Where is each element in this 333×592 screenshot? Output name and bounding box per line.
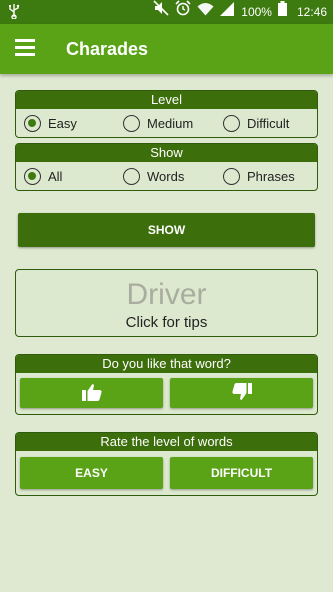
battery-icon (277, 0, 287, 24)
mute-icon (153, 0, 169, 24)
show-panel: Show All Words Phrases (15, 143, 318, 191)
show-radio-words[interactable]: Words (123, 167, 184, 185)
thumbs-down-button[interactable] (170, 378, 313, 408)
alarm-icon (175, 0, 191, 24)
thumbs-up-button[interactable] (20, 378, 163, 408)
show-radio-group: All Words Phrases (16, 162, 317, 189)
rate-difficult-button[interactable]: DIFFICULT (170, 457, 313, 489)
tips-hint: Click for tips (125, 314, 208, 331)
status-bar: 100% 12:46 (0, 0, 333, 24)
word-card[interactable]: Driver Click for tips (15, 269, 318, 337)
hamburger-menu-icon[interactable] (15, 39, 35, 57)
rate-header: Rate the level of words (16, 433, 317, 451)
like-header: Do you like that word? (16, 355, 317, 373)
level-header: Level (16, 91, 317, 109)
clock: 12:46 (296, 5, 327, 19)
thumbs-up-icon (81, 383, 102, 404)
current-word: Driver (126, 278, 207, 311)
level-easy-label: Easy (48, 115, 77, 131)
show-words-label: Words (147, 168, 185, 184)
radio-checked-icon (24, 167, 41, 185)
wifi-icon (197, 0, 214, 24)
show-radio-phrases[interactable]: Phrases (223, 167, 295, 185)
radio-unchecked-icon (123, 167, 140, 185)
app-bar: Charades (0, 24, 333, 74)
level-difficult-label: Difficult (247, 115, 290, 131)
show-radio-all[interactable]: All (24, 167, 62, 185)
app-title: Charades (66, 39, 149, 59)
level-radio-difficult[interactable]: Difficult (223, 114, 289, 132)
show-header: Show (16, 144, 317, 162)
show-button[interactable]: SHOW (18, 213, 315, 247)
level-radio-easy[interactable]: Easy (24, 114, 77, 132)
thumbs-down-icon (231, 382, 252, 404)
rate-easy-button[interactable]: EASY (20, 457, 163, 489)
radio-checked-icon (24, 114, 41, 132)
radio-unchecked-icon (223, 114, 240, 132)
show-all-label: All (48, 168, 63, 184)
usb-icon (8, 3, 20, 23)
level-medium-label: Medium (147, 115, 194, 131)
level-radio-group: Easy Medium Difficult (16, 109, 317, 136)
show-phrases-label: Phrases (247, 168, 295, 184)
radio-unchecked-icon (123, 114, 140, 132)
level-radio-medium[interactable]: Medium (123, 114, 193, 132)
level-panel: Level Easy Medium Difficult (15, 90, 318, 138)
battery-text: 100% (241, 5, 272, 19)
signal-icon (220, 0, 235, 24)
radio-unchecked-icon (223, 167, 240, 185)
